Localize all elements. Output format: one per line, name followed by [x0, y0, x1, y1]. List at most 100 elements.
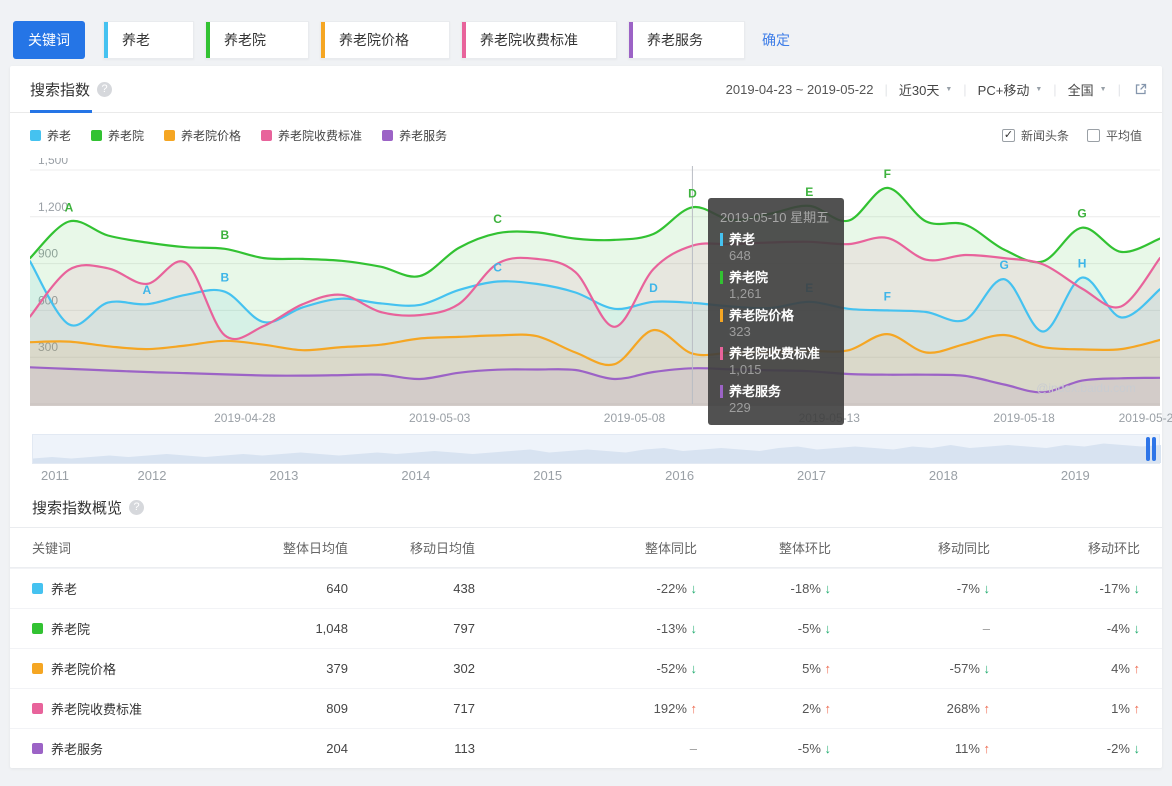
overall-mom-cell: -5% ↓	[697, 741, 831, 756]
keyword-swatch	[32, 583, 43, 594]
legend-label: 养老院收费标准	[278, 129, 363, 143]
option-2[interactable]: 平均值	[1086, 127, 1142, 144]
slider-handle[interactable]	[1146, 437, 1156, 461]
overall-mom-cell: 5% ↑	[697, 661, 831, 676]
column-header-5: 整体环比	[778, 541, 831, 556]
mobile-mom-cell: -4% ↓	[990, 621, 1140, 636]
mobile-yoy-cell: -7% ↓	[831, 581, 990, 596]
column-header-4: 整体同比	[644, 541, 697, 556]
legend-item-5[interactable]: 养老服务	[382, 127, 447, 144]
tooltip-color-bar	[720, 309, 723, 322]
option-label: 新闻头条	[1020, 129, 1069, 143]
mobile-yoy-cell: 268% ↑	[831, 701, 990, 716]
tooltip-keyword: 养老院收费标准	[729, 346, 821, 361]
keyword-label-button[interactable]: 关键词	[13, 20, 85, 59]
legend-item-3[interactable]: 养老院价格	[164, 127, 241, 144]
external-link-icon[interactable]	[1134, 82, 1148, 96]
tooltip-keyword: 养老院价格	[729, 308, 795, 323]
trend-chart-canvas[interactable]: 3006009001,2001,500ABCDEFGHABCDEFG@index…	[30, 158, 1160, 406]
mobile-avg-value: 438	[453, 581, 475, 596]
tooltip-value: 229	[729, 400, 751, 415]
mobile-yoy-cell: -57% ↓	[831, 661, 990, 676]
legend-label: 养老服务	[399, 129, 448, 143]
tab-search-index[interactable]: 搜索指数 ?	[30, 66, 113, 113]
legend-label: 养老院	[108, 129, 145, 143]
slider-handle-bar[interactable]	[1152, 437, 1156, 461]
no-change-dash: –	[982, 621, 990, 636]
keyword-color-bar	[321, 21, 325, 58]
slider-handle-bar[interactable]	[1146, 437, 1150, 461]
overall-yoy-cell: –	[475, 741, 697, 756]
tooltip-value: 1,261	[729, 286, 762, 301]
x-axis-label: 2019-04-28	[214, 411, 276, 425]
checkbox-icon[interactable]	[1086, 129, 1100, 142]
keyword-color-bar	[629, 21, 633, 58]
chevron-down-icon: ▼	[1035, 85, 1043, 93]
tooltip-entry-1: 养老 648	[720, 231, 832, 264]
tooltip-keyword: 养老院	[729, 270, 769, 285]
keyword-input-3[interactable]: 养老院价格	[320, 20, 450, 59]
overview-table: 关键词 整体日均值 移动日均值 整体同比 整体环比 移动同比 移动环比 养老 640 438 -22…	[10, 528, 1162, 768]
legend-swatch	[164, 130, 176, 141]
keyword-input-1[interactable]: 养老	[103, 20, 194, 59]
trend-card: 搜索指数 ? 2019-04-23 ~ 2019-05-22 | 近30天 ▼ …	[10, 66, 1172, 768]
device-select-value: PC+移动	[977, 82, 1030, 98]
overall-yoy-cell: -22% ↓	[475, 581, 697, 596]
keyword-input-2[interactable]: 养老院	[205, 20, 309, 59]
keyword-swatch	[32, 743, 43, 754]
table-row-养老: 养老 640 438 -22% ↓ -18% ↓ -7% ↓ -17% ↓	[10, 568, 1162, 608]
news-marker-C: C	[493, 261, 502, 275]
date-range[interactable]: 2019-04-23 ~ 2019-05-22	[726, 82, 874, 97]
tooltip-color-bar	[720, 233, 723, 246]
overall-avg-value: 1,048	[315, 621, 348, 636]
mobile-mom-cell: -17% ↓	[990, 581, 1140, 596]
chart-options: ✓ 新闻头条 平均值	[1001, 127, 1142, 144]
keyword-name: 养老服务	[51, 742, 104, 757]
confirm-link[interactable]: 确定	[762, 30, 790, 50]
legend-item-1[interactable]: 养老	[30, 127, 71, 144]
year-label-2019: 2019	[1060, 468, 1090, 483]
tooltip-color-bar	[720, 271, 723, 284]
checkbox-checked-icon[interactable]: ✓	[1001, 129, 1015, 142]
help-icon[interactable]: ?	[97, 81, 113, 97]
chart-tooltip: 2019-05-10 星期五 养老 648 养老院 1,261 养老院价格 323 养老院收…	[708, 198, 844, 425]
overall-avg-value: 204	[326, 741, 348, 756]
tooltip-entry-3: 养老院价格 323	[720, 307, 832, 340]
keyword-input-4[interactable]: 养老院收费标准	[461, 20, 617, 59]
tooltip-entry-name: 养老院价格	[720, 307, 832, 324]
column-header-3: 移动日均值	[409, 541, 475, 556]
overview-help-icon[interactable]: ?	[129, 499, 145, 515]
change-value: -5%	[797, 741, 825, 756]
keyword-input-5[interactable]: 养老服务	[628, 20, 745, 59]
year-label-2018: 2018	[928, 468, 958, 483]
tooltip-value: 648	[729, 248, 751, 263]
timeline-slider[interactable]	[32, 434, 1161, 464]
change-value: 4%	[1111, 661, 1134, 676]
region-select[interactable]: 全国 ▼	[1068, 80, 1107, 99]
keyword-color-bar	[104, 21, 108, 58]
change-value: -4%	[1106, 621, 1134, 636]
mobile-avg-value: 113	[454, 741, 475, 756]
range-select[interactable]: 近30天 ▼	[899, 80, 952, 99]
news-marker-D: D	[649, 281, 658, 295]
change-value: 2%	[802, 701, 825, 716]
overall-avg-value: 379	[326, 661, 348, 676]
legend-item-4[interactable]: 养老院收费标准	[261, 127, 362, 144]
divider: |	[963, 81, 967, 97]
change-value: -7%	[956, 581, 984, 596]
keyword-swatch	[32, 703, 43, 714]
year-label-2017: 2017	[797, 468, 826, 483]
trend-chart[interactable]: 3006009001,2001,500ABCDEFGHABCDEFG@index…	[30, 158, 1160, 425]
option-1[interactable]: ✓ 新闻头条	[1001, 127, 1069, 144]
table-row-养老院: 养老院 1,048 797 -13% ↓ -5% ↓ – -4% ↓	[10, 608, 1162, 648]
overall-mom-cell: -5% ↓	[697, 621, 831, 636]
tab-active-underline	[30, 109, 92, 113]
change-value: -52%	[656, 661, 691, 676]
device-select[interactable]: PC+移动 ▼	[978, 80, 1043, 99]
legend-item-2[interactable]: 养老院	[91, 127, 144, 144]
keyword-cell: 养老院价格	[32, 659, 242, 678]
tooltip-entry-name: 养老	[720, 231, 832, 248]
legend-row: 养老 养老院 养老院价格 养老院收费标准 养老服务 ✓ 新闻头条 平均值	[10, 113, 1162, 158]
chart-controls: 2019-04-23 ~ 2019-05-22 | 近30天 ▼ | PC+移动…	[726, 80, 1148, 99]
divider: |	[1117, 81, 1121, 97]
